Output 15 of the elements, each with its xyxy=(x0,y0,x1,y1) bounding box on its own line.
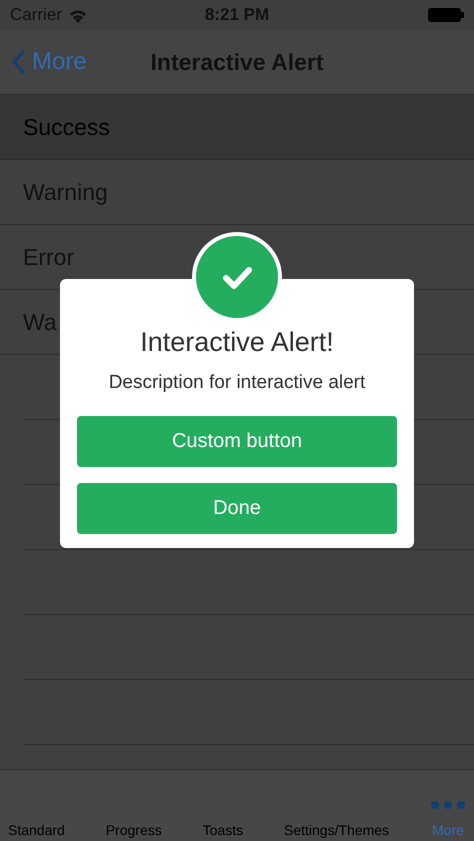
alert-title: Interactive Alert! xyxy=(140,327,334,358)
alert-button[interactable]: Done xyxy=(77,483,397,534)
alert-button[interactable]: Custom button xyxy=(77,416,397,467)
checkmark-icon xyxy=(196,236,278,318)
tab[interactable]: Settings/Themes xyxy=(284,822,390,838)
chevron-icon xyxy=(12,49,26,75)
alert-description: Description for interactive alert xyxy=(108,372,366,394)
tab[interactable]: Toasts xyxy=(202,822,244,838)
tab[interactable]: More xyxy=(430,800,466,838)
battery-icon xyxy=(428,8,464,22)
wifi-icon xyxy=(68,8,88,22)
tab[interactable]: Standard xyxy=(8,822,65,838)
tab[interactable]: Progress xyxy=(106,822,162,838)
more-icon xyxy=(430,800,466,810)
back-button[interactable]: More xyxy=(0,47,93,77)
